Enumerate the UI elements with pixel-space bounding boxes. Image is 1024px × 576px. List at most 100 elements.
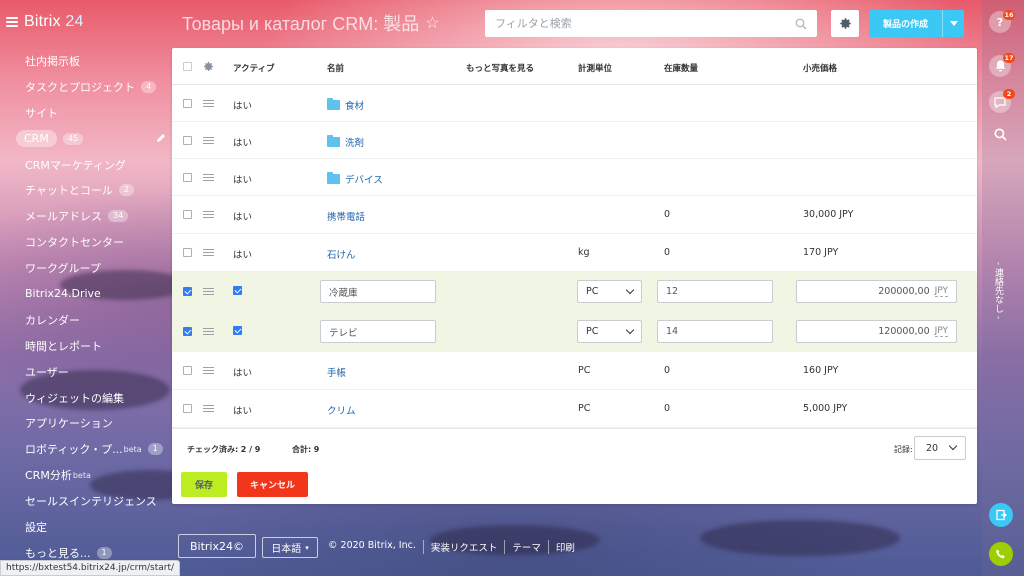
menu-burger-icon[interactable] <box>6 17 18 27</box>
print-link[interactable]: 印刷 <box>547 540 582 554</box>
name-input[interactable]: テレビ <box>320 320 436 343</box>
drag-handle-icon[interactable] <box>203 100 214 107</box>
save-button[interactable]: 保存 <box>181 472 227 497</box>
settings-button[interactable] <box>831 10 859 37</box>
table-row[interactable]: はい クリム PC 0 5,000 JPY <box>172 390 977 428</box>
sidebar-item[interactable]: タスクとプロジェクト 4 <box>0 74 172 100</box>
pencil-icon[interactable] <box>156 133 166 143</box>
table-row[interactable]: テレビ PC 14 120000,00 JPY <box>172 312 977 352</box>
drag-handle-icon[interactable] <box>203 174 214 181</box>
product-name-link[interactable]: 携帯電話 <box>327 209 365 223</box>
product-name: 携帯電話 <box>327 212 366 223</box>
quantity-input[interactable]: 12 <box>657 280 773 303</box>
column-header-more-photos[interactable]: もっと写真を見る <box>466 62 534 74</box>
product-name-link[interactable]: 石けん <box>327 247 356 261</box>
sidebar-item[interactable]: Bitrix24.Drive <box>0 281 172 307</box>
drag-handle-icon[interactable] <box>203 328 214 335</box>
call-button[interactable] <box>989 542 1013 566</box>
row-checkbox[interactable] <box>183 210 192 219</box>
price-input[interactable]: 120000,00 JPY <box>796 320 957 343</box>
unit-value: kg <box>578 247 590 258</box>
sidebar-item[interactable]: メールアドレス 34 <box>0 203 172 229</box>
bitrix24-footer-logo[interactable]: Bitrix24© <box>178 534 256 558</box>
sidebar-item[interactable]: ロボティック・プ... beta 1 <box>0 436 172 462</box>
row-checkbox[interactable] <box>183 404 192 413</box>
sidebar-item[interactable]: 時間とレポート <box>0 333 172 359</box>
sidebar-item[interactable]: アプリケーション <box>0 410 172 436</box>
implementation-request-link[interactable]: 実装リクエスト <box>422 540 505 554</box>
column-header-price[interactable]: 小売価格 <box>803 62 837 74</box>
column-header-unit[interactable]: 計測単位 <box>578 62 612 74</box>
row-checkbox[interactable] <box>183 366 192 375</box>
product-name-link[interactable]: 手帳 <box>327 365 346 379</box>
sidebar-item[interactable]: CRMマーケティング <box>0 152 172 178</box>
table-row[interactable]: はい 食材 <box>172 85 977 122</box>
drag-handle-icon[interactable] <box>203 288 214 295</box>
rail-search-icon[interactable] <box>994 128 1007 144</box>
product-name-link[interactable]: 食材 <box>327 98 364 112</box>
row-checkbox[interactable] <box>183 173 192 182</box>
drag-handle-icon[interactable] <box>203 367 214 374</box>
active-checkbox[interactable] <box>233 286 242 295</box>
unit-select[interactable]: PC <box>577 280 642 303</box>
contacts-vertical-label: - 連絡先なし - <box>993 262 1003 320</box>
star-icon[interactable]: ☆ <box>425 13 439 33</box>
select-all-checkbox[interactable] <box>183 62 192 71</box>
table-row[interactable]: はい 洗剤 <box>172 122 977 159</box>
column-header-name[interactable]: 名前 <box>327 62 344 74</box>
bitrix24-logo[interactable]: Bitrix 24 <box>24 13 84 31</box>
column-settings-gear-icon[interactable] <box>203 61 214 72</box>
sidebar-item[interactable]: カレンダー <box>0 307 172 333</box>
row-checkbox[interactable] <box>183 136 192 145</box>
create-product-button[interactable]: 製品の作成 <box>869 10 964 37</box>
column-header-quantity[interactable]: 在庫数量 <box>664 62 698 74</box>
sidebar-item[interactable]: CRM 45 <box>0 126 172 152</box>
active-checkbox[interactable] <box>233 326 242 335</box>
product-name-link[interactable]: デバイス <box>327 172 383 186</box>
name-input-value: テレビ <box>329 327 358 339</box>
currency-select[interactable]: JPY <box>934 286 948 297</box>
sidebar-item[interactable]: 社内掲示板 <box>0 48 172 74</box>
drag-handle-icon[interactable] <box>203 211 214 218</box>
create-dropdown-arrow-icon[interactable] <box>942 10 964 37</box>
product-name-link[interactable]: クリム <box>327 403 356 417</box>
row-checkbox[interactable] <box>183 327 192 336</box>
currency-select[interactable]: JPY <box>934 326 948 337</box>
theme-link[interactable]: テーマ <box>504 540 548 554</box>
sidebar-item[interactable]: ユーザー <box>0 359 172 385</box>
sidebar-item[interactable]: コンタクトセンター <box>0 229 172 255</box>
quantity-input[interactable]: 14 <box>657 320 773 343</box>
table-row[interactable]: はい 石けん kg 0 170 JPY <box>172 234 977 272</box>
column-header-active[interactable]: アクティブ <box>233 62 275 74</box>
records-per-page-select[interactable]: 20 <box>914 436 966 460</box>
sidebar-item[interactable]: CRM分析 beta <box>0 462 172 488</box>
table-row[interactable]: はい デバイス <box>172 159 977 196</box>
table-row[interactable]: はい 手帳 PC 0 160 JPY <box>172 352 977 390</box>
sidebar-item[interactable]: 設定 <box>0 514 172 540</box>
sidebar-item[interactable]: ワークグループ <box>0 255 172 281</box>
row-checkbox[interactable] <box>183 248 192 257</box>
product-name-link[interactable]: 洗剤 <box>327 135 364 149</box>
drag-handle-icon[interactable] <box>203 249 214 256</box>
price-input[interactable]: 200000,00 JPY <box>796 280 957 303</box>
language-select[interactable]: 日本語 ▾ <box>262 537 318 558</box>
row-checkbox[interactable] <box>183 99 192 108</box>
table-row[interactable]: はい 携帯電話 0 30,000 JPY <box>172 196 977 234</box>
row-checkbox[interactable] <box>183 287 192 296</box>
sidebar-item-label: コンタクトセンター <box>25 236 124 250</box>
sidebar-item[interactable]: チャットとコール 2 <box>0 177 172 203</box>
search-input[interactable] <box>495 17 795 30</box>
unit-select[interactable]: PC <box>577 320 642 343</box>
name-input[interactable]: 冷蔵庫 <box>320 280 436 303</box>
drag-handle-icon[interactable] <box>203 405 214 412</box>
product-name: 手帳 <box>327 368 347 379</box>
table-row[interactable]: 冷蔵庫 PC 12 200000,00 JPY <box>172 272 977 312</box>
sidebar-item[interactable]: セールスインテリジェンス <box>0 488 172 514</box>
sidebar-item[interactable]: サイト <box>0 100 172 126</box>
sidebar-item[interactable]: ウィジェットの編集 <box>0 385 172 411</box>
search-icon[interactable] <box>795 18 807 30</box>
open-channel-button[interactable] <box>989 503 1013 527</box>
search-bar[interactable] <box>485 10 817 37</box>
drag-handle-icon[interactable] <box>203 137 214 144</box>
cancel-button[interactable]: キャンセル <box>237 472 308 497</box>
